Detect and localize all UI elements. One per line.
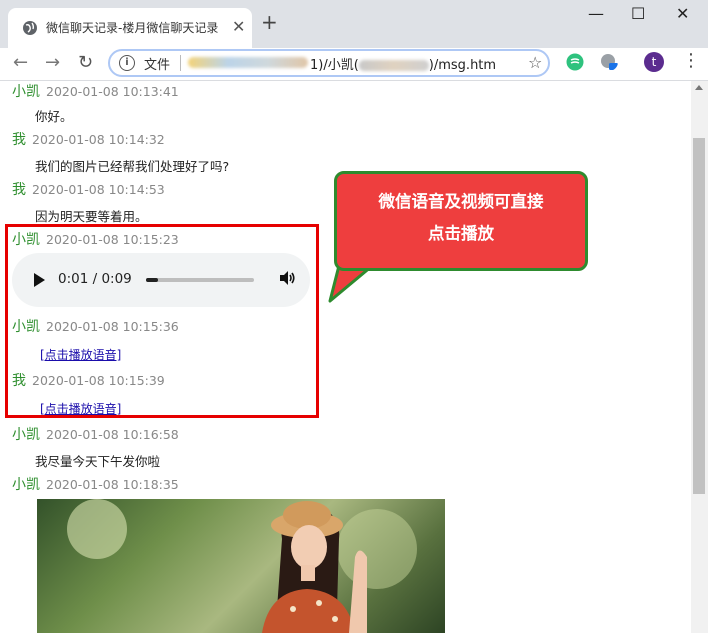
tab-close-icon[interactable]: ✕ xyxy=(232,17,245,36)
photo-illustration xyxy=(67,499,417,633)
message-text: 我尽量今天下午发你啦 xyxy=(35,454,161,469)
extension-wechat-icon[interactable] xyxy=(600,53,618,71)
reload-icon[interactable]: ↻ xyxy=(78,52,93,73)
url-blurred-segment xyxy=(188,57,308,68)
browser-tab[interactable]: 微信聊天记录-楼月微信聊天记录 ✕ xyxy=(8,8,252,48)
forward-icon[interactable]: → xyxy=(45,52,60,73)
message-text: 因为明天要等着用。 xyxy=(35,209,148,224)
scroll-up-arrow-icon[interactable] xyxy=(695,85,703,90)
profile-avatar[interactable]: t xyxy=(644,52,664,72)
back-icon[interactable]: ← xyxy=(13,52,28,73)
message-time: 2020-01-08 10:18:35 xyxy=(46,477,179,492)
callout-bubble: 微信语音及视频可直接 点击播放 xyxy=(334,171,588,271)
message-header: 我 2020-01-08 10:14:53 xyxy=(12,179,165,199)
file-label: 文件 xyxy=(144,58,171,73)
audio-highlight-box xyxy=(5,224,319,418)
sender-name: 小凯 xyxy=(12,427,40,443)
close-window-icon[interactable]: ✕ xyxy=(676,4,689,23)
maximize-icon[interactable]: ☐ xyxy=(631,4,645,23)
address-bar[interactable]: i 文件 1)/小凯()/msg.htm ☆ xyxy=(108,49,550,77)
browser-title-bar: 微信聊天记录-楼月微信聊天记录 ✕ + — ☐ ✕ xyxy=(0,0,708,48)
sender-name: 我 xyxy=(12,132,26,148)
chat-content: 小凯 2020-01-08 10:13:41 你好。 我 2020-01-08 10… xyxy=(0,81,690,633)
globe-icon xyxy=(23,21,37,35)
message-header: 小凯 2020-01-08 10:18:35 xyxy=(12,474,179,494)
url-text: 1)/小凯()/msg.htm xyxy=(310,58,497,73)
message-text: 你好。 xyxy=(35,109,73,124)
tab-title: 微信聊天记录-楼月微信聊天记录 xyxy=(46,21,219,35)
scrollbar-thumb[interactable] xyxy=(693,138,705,494)
message-header: 小凯 2020-01-08 10:13:41 xyxy=(12,81,179,101)
minimize-icon[interactable]: — xyxy=(588,4,604,23)
message-header: 小凯 2020-01-08 10:16:58 xyxy=(12,424,179,444)
chat-photo[interactable] xyxy=(37,499,445,633)
sender-name: 小凯 xyxy=(12,477,40,493)
menu-icon[interactable]: ⋮ xyxy=(682,52,700,70)
address-separator xyxy=(180,55,181,71)
extension-chat-icon[interactable] xyxy=(566,53,584,71)
info-icon[interactable]: i xyxy=(119,55,135,71)
sender-name: 我 xyxy=(12,182,26,198)
new-tab-icon[interactable]: + xyxy=(261,12,278,32)
message-time: 2020-01-08 10:13:41 xyxy=(46,84,179,99)
sender-name: 小凯 xyxy=(12,84,40,100)
page-scrollbar[interactable] xyxy=(691,81,708,633)
message-time: 2020-01-08 10:14:32 xyxy=(32,132,165,147)
message-text: 我们的图片已经帮我们处理好了吗? xyxy=(35,159,230,174)
message-time: 2020-01-08 10:16:58 xyxy=(46,427,179,442)
message-time: 2020-01-08 10:14:53 xyxy=(32,182,165,197)
callout-text: 微信语音及视频可直接 点击播放 xyxy=(378,192,544,243)
url-blurred-segment-2 xyxy=(358,60,429,71)
message-header: 我 2020-01-08 10:14:32 xyxy=(12,129,165,149)
bookmark-star-icon[interactable]: ☆ xyxy=(528,53,542,72)
